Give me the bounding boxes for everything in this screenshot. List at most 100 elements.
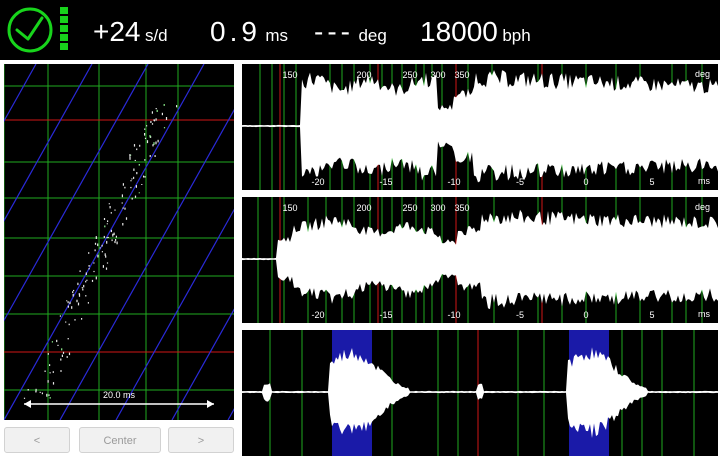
paper-tick-mark	[67, 305, 69, 308]
paper-tick-mark	[151, 111, 153, 114]
paper-tick-mark	[136, 172, 138, 175]
ms-tick-label: 0	[583, 177, 588, 187]
paper-tick-mark	[61, 348, 63, 351]
paper-tick-mark	[102, 265, 104, 268]
tic-waveform-trace	[242, 70, 718, 183]
paper-tick-mark	[156, 109, 158, 112]
time-scale-bar: 20.0 ms	[24, 390, 214, 408]
time-scale-label: 20.0 ms	[103, 390, 136, 400]
paper-tick-mark	[144, 137, 147, 139]
paper-tick-mark	[146, 140, 149, 144]
bph-value: 18000	[420, 16, 498, 47]
deg-tick-label: 350	[454, 70, 469, 80]
paper-tick-mark	[115, 235, 117, 238]
paper-tick-mark	[60, 370, 62, 372]
paper-tick-mark	[85, 272, 87, 275]
paper-tick-mark	[85, 295, 87, 297]
ms-tick-label: -5	[516, 310, 524, 320]
paper-tick-mark	[68, 352, 71, 356]
bph-readout: 18000 bph	[420, 0, 531, 60]
paper-tick-mark	[163, 104, 165, 106]
paper-tick-mark	[143, 175, 145, 178]
paper-tick-mark	[138, 164, 140, 166]
previous-button[interactable]: <	[4, 427, 70, 453]
paper-tick-mark	[79, 270, 81, 272]
deg-tick-label: 250	[402, 203, 417, 213]
paper-tick-mark	[115, 239, 117, 241]
amplitude-value: ---	[314, 16, 354, 47]
paper-tick-mark	[121, 202, 123, 204]
next-button[interactable]: >	[168, 427, 234, 453]
center-button[interactable]: Center	[79, 427, 161, 453]
paper-tick-mark	[129, 156, 131, 160]
paper-tick-mark	[47, 380, 49, 383]
paper-tick-mark	[35, 388, 37, 392]
paper-tick-mark	[122, 207, 124, 209]
paper-tick-mark	[86, 279, 88, 281]
paper-tick-mark	[48, 394, 50, 396]
paper-tick-mark	[78, 294, 81, 297]
ms-unit-label: ms	[698, 309, 710, 319]
paper-tick-mark	[133, 144, 136, 147]
paper-tick-mark	[163, 127, 166, 129]
paper-strip-plot: 20.0 ms	[4, 64, 234, 420]
paper-tick-mark	[82, 288, 84, 291]
paper-tick-mark	[97, 243, 99, 247]
paper-tick-mark	[146, 125, 148, 127]
paper-tick-mark	[88, 268, 90, 270]
paper-tick-mark	[69, 301, 71, 305]
paper-diagonal-line	[4, 64, 37, 123]
paper-tick-mark	[77, 282, 79, 286]
paper-tick-mark	[131, 178, 133, 180]
paper-tick-mark	[153, 119, 155, 121]
paper-tick-mark	[27, 389, 29, 391]
paper-tick-mark	[88, 252, 90, 254]
paper-diagonal-line	[171, 308, 234, 420]
paper-tick-mark	[95, 236, 97, 239]
paper-tick-mark	[94, 242, 97, 245]
paper-tick-mark	[144, 159, 146, 161]
paper-tick-mark	[129, 154, 131, 157]
paper-tick-mark	[95, 276, 97, 280]
paper-tick-mark	[81, 318, 83, 320]
paper-tick-mark	[67, 338, 69, 340]
paper-tick-mark	[130, 180, 132, 182]
paper-tick-mark	[68, 323, 70, 326]
paper-tick-mark	[125, 217, 128, 220]
signal-bars-icon	[60, 7, 68, 52]
paper-tick-mark	[72, 291, 74, 293]
paper-tick-mark	[144, 133, 146, 136]
paper-strip-display[interactable]: 20.0 ms	[4, 64, 234, 420]
paper-tick-mark	[161, 112, 163, 116]
paper-tick-mark	[133, 176, 135, 179]
period-waveform-panel	[242, 330, 718, 456]
paper-diagonal-line	[115, 208, 234, 420]
paper-tick-mark	[93, 262, 95, 264]
amplitude-readout: --- deg	[314, 0, 387, 60]
paper-tick-mark	[114, 240, 116, 244]
paper-tick-mark	[135, 185, 137, 188]
toc-waveform-plot: 150 200 250 300 350 -20 -15 -10 -5 0 5 deg ms	[242, 197, 718, 323]
ms-tick-label: -15	[379, 177, 392, 187]
paper-tick-mark	[97, 254, 99, 258]
paper-tick-mark	[94, 249, 96, 252]
paper-tick-mark	[176, 105, 178, 108]
paper-tick-mark	[91, 279, 94, 282]
ms-tick-label: -20	[311, 310, 324, 320]
period-waveform-plot	[242, 330, 718, 456]
ms-tick-label: -10	[447, 310, 460, 320]
paper-tick-mark	[136, 148, 138, 151]
paper-tick-mark	[112, 233, 114, 237]
paper-tick-mark	[66, 300, 68, 302]
ms-tick-label: 5	[649, 310, 654, 320]
paper-tick-mark	[139, 144, 141, 147]
amplitude-unit: deg	[358, 26, 387, 45]
paper-tick-mark	[155, 108, 157, 110]
paper-tick-mark	[105, 267, 108, 270]
paper-tick-mark	[110, 212, 112, 214]
paper-tick-mark	[85, 280, 87, 283]
paper-tick-mark	[101, 244, 103, 247]
paper-tick-mark	[103, 235, 105, 238]
paper-tick-mark	[104, 225, 106, 228]
paper-tick-mark	[106, 237, 108, 239]
